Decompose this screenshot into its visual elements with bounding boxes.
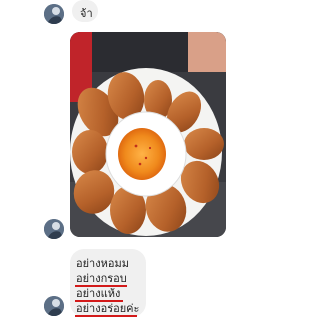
message-line-4: อย่างอร่อยค่ะ — [75, 302, 140, 317]
sender-avatar[interactable] — [44, 296, 64, 316]
message-text: จ้า — [80, 7, 93, 20]
message-line-2: อย่างกรอบ — [75, 272, 127, 287]
avatar-image — [44, 296, 64, 316]
message-lines: อย่างหอมม อย่างกรอบ อย่างแห้ง อย่างอร่อย… — [75, 256, 140, 317]
red-underline — [75, 315, 137, 317]
avatar-image — [44, 219, 64, 239]
chicken-wings-image — [70, 32, 226, 237]
sender-avatar[interactable] — [44, 219, 64, 239]
avatar-image — [44, 4, 64, 24]
message-line-3: อย่างแห้ง — [75, 286, 139, 302]
sender-avatar[interactable] — [44, 4, 64, 24]
message-line-1: อย่างหอมม — [76, 257, 129, 270]
photo-message[interactable] — [70, 32, 226, 237]
message-bubble-1[interactable]: จ้า — [72, 0, 98, 22]
